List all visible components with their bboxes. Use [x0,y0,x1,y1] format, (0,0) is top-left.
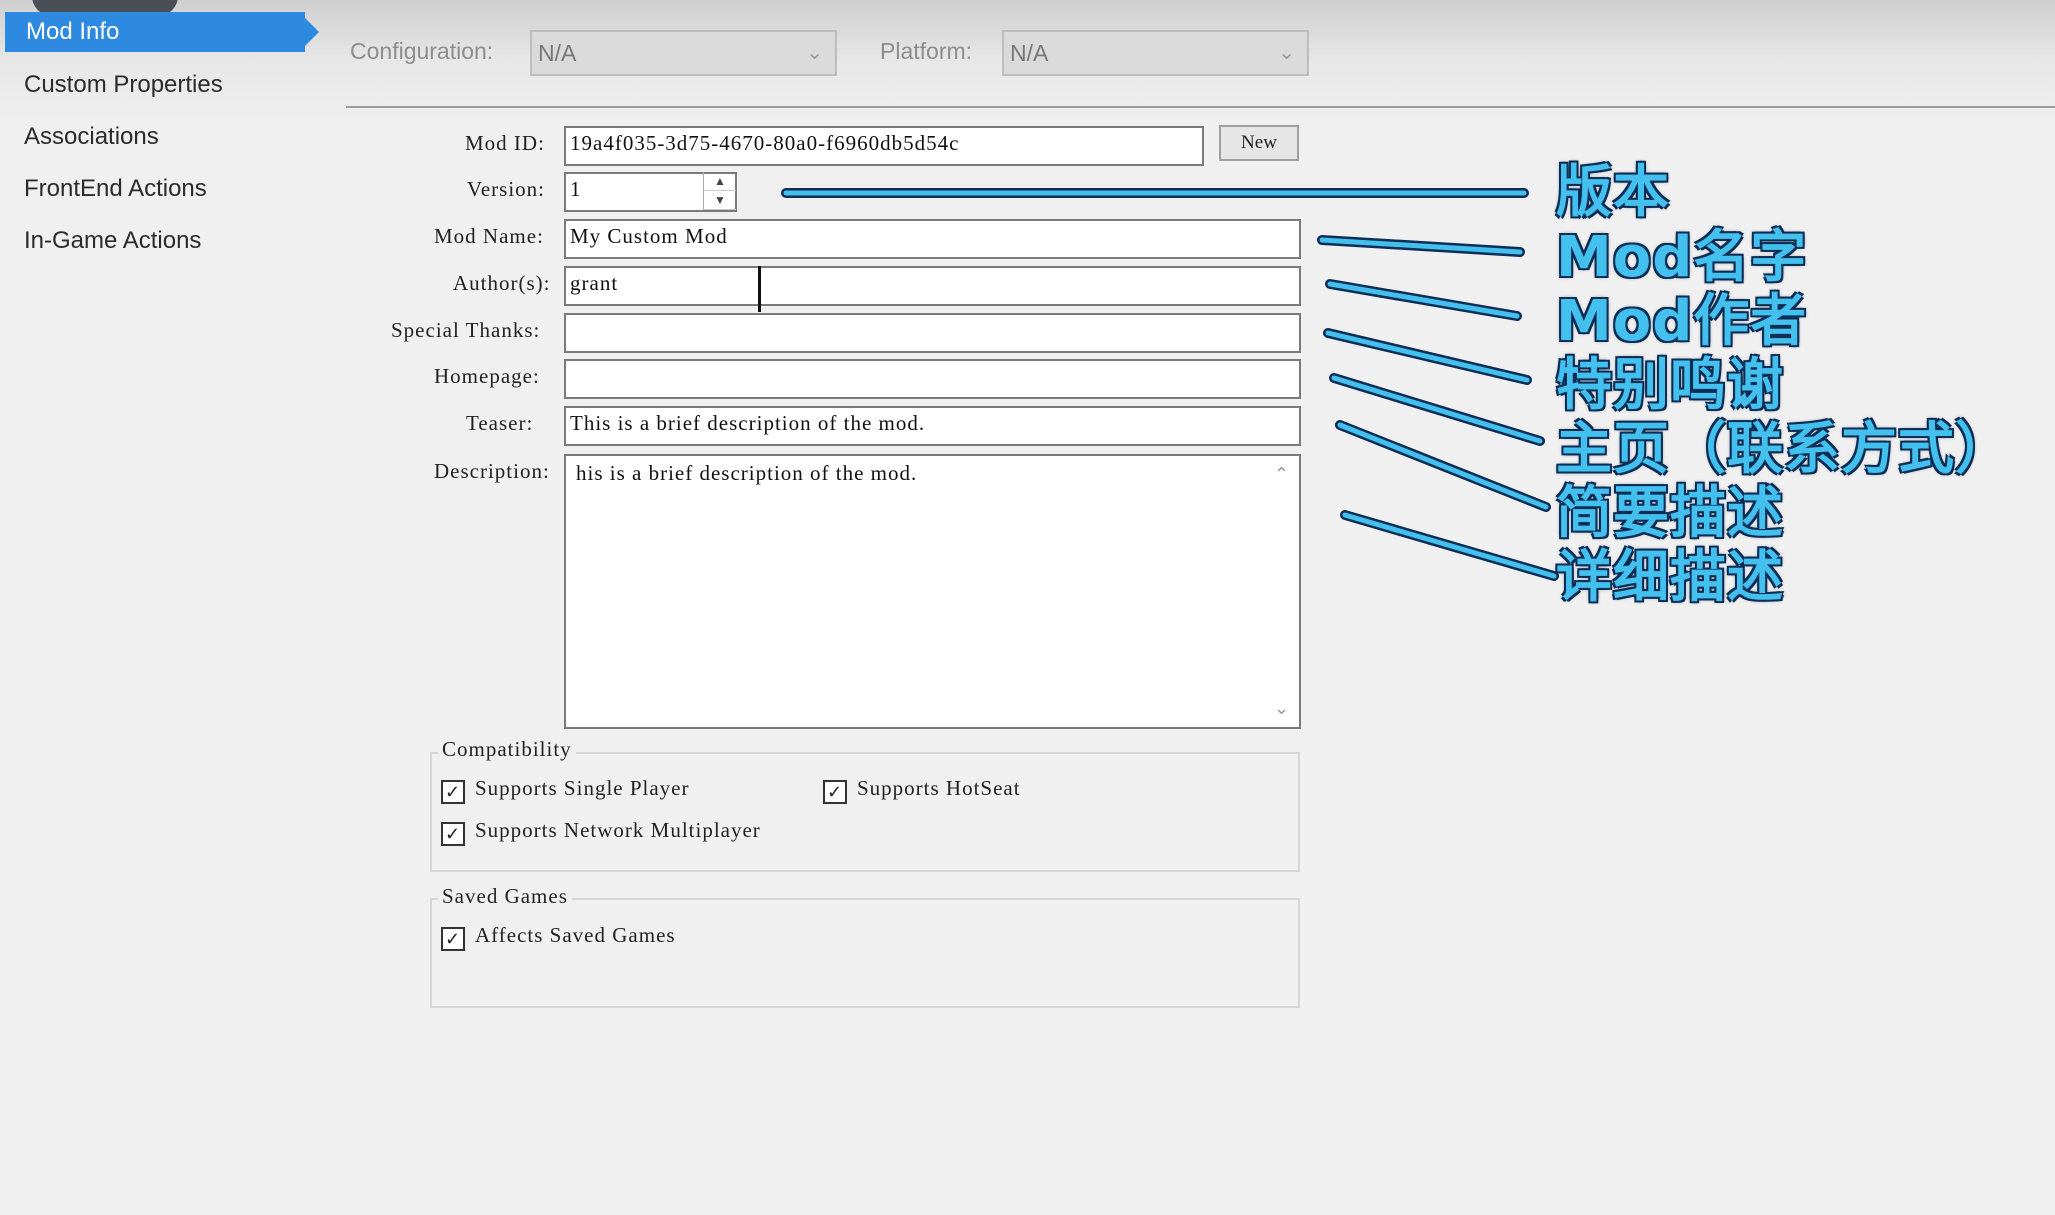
annotation-line-special-thanks [1325,330,1530,383]
annotation-description: 详细描述 [1556,545,1784,610]
annotation-line-author [1327,281,1520,319]
annotation-line-description [1342,512,1557,579]
